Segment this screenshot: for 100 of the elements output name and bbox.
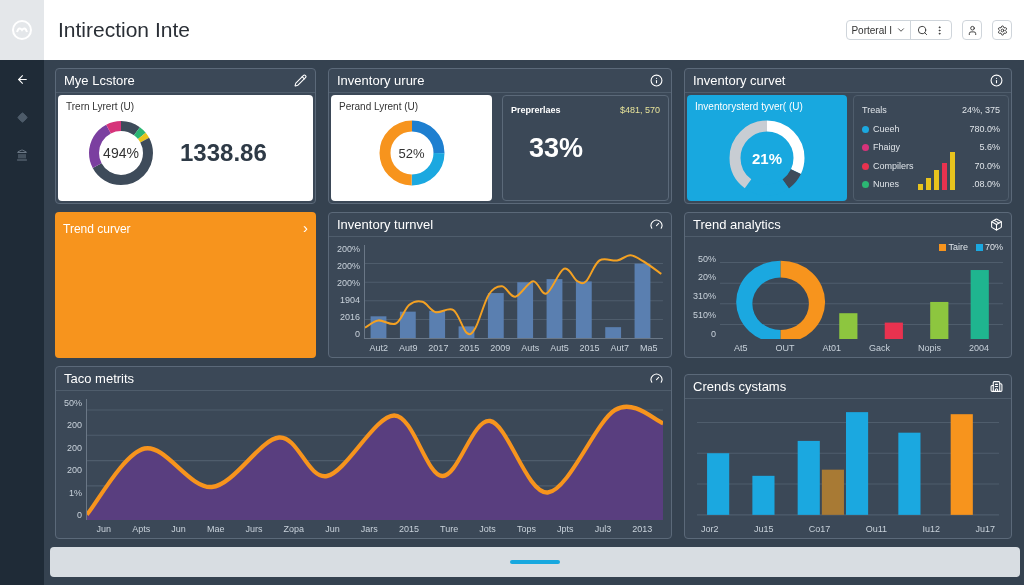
axis-label: Aut7: [610, 344, 630, 353]
axis-label: 200: [67, 443, 82, 453]
axis-label: 0: [77, 510, 82, 520]
axis-label: Ture: [440, 525, 459, 534]
donut-value: 494%: [103, 146, 139, 160]
gauge-icon[interactable]: [650, 372, 663, 385]
donut-chart: [86, 118, 156, 188]
user-icon: [966, 24, 978, 36]
axis-label: At01: [822, 344, 841, 353]
axis-label: 50%: [698, 254, 717, 264]
axis-label: Ou11: [865, 525, 888, 534]
chart-bar: [546, 279, 563, 338]
settings-icon: [996, 24, 1008, 36]
panel-title: Trend curver: [63, 221, 131, 238]
axis-label: 1%: [69, 488, 82, 498]
box-icon[interactable]: [990, 218, 1003, 231]
axis-label: Apts: [132, 525, 151, 534]
card-label: Trern Lyrert (U): [66, 100, 136, 114]
axis-label: Jots: [479, 525, 496, 534]
legend-value: 780.0%: [969, 122, 1000, 136]
axis-label: 2009: [490, 344, 511, 353]
axis-label: 200: [67, 421, 82, 431]
axis-label: 0: [711, 330, 717, 339]
axis-label: 2016: [340, 313, 361, 322]
card-label: Preprerlaes: [511, 104, 561, 117]
axis-label: Aut2: [369, 344, 388, 353]
axis-label: Iu12: [922, 525, 940, 534]
axis-label: OUT: [775, 344, 795, 353]
axis-label: 1904: [340, 296, 361, 305]
edit-icon[interactable]: [294, 74, 307, 87]
chart-bar: [399, 311, 416, 338]
chart-bar: [575, 281, 592, 338]
logo-icon: [11, 19, 33, 41]
panel-title: Trend analytics: [693, 215, 781, 234]
legend-label: Taire: [948, 241, 968, 254]
panel-title: Inventory turnvel: [337, 215, 434, 234]
caret-icon: [896, 25, 906, 35]
building-icon[interactable]: [990, 380, 1003, 393]
panel-title: Mye Lcstore: [64, 71, 135, 90]
amount: $481, 570: [619, 104, 660, 117]
axis-label: Jun: [325, 525, 340, 534]
axis-label: 2004: [968, 344, 989, 353]
legend-label: Compilers: [873, 159, 914, 173]
legend-value: .08.0%: [971, 178, 1000, 191]
donut-value: 52%: [398, 146, 425, 160]
axis-label: 20%: [698, 273, 717, 283]
search-icon[interactable]: [917, 24, 928, 36]
legend-label: Treals: [862, 104, 887, 117]
legend-value: 5.6%: [979, 141, 1000, 154]
axis-label: 200: [67, 466, 82, 476]
chart-bar: [752, 475, 775, 515]
axis-label: 2015: [579, 344, 600, 353]
axis-label: Jun: [171, 525, 186, 534]
axis-label: Mae: [206, 525, 225, 534]
axis-label: Jul3: [594, 525, 612, 534]
settings-button[interactable]: [992, 20, 1012, 40]
axis-label: 50%: [64, 399, 82, 408]
axis-label: Aut9: [398, 344, 418, 353]
legend-label: Nunes: [873, 178, 899, 191]
panel-title: Inventory curvet: [693, 71, 786, 90]
axis-label: Jpts: [557, 525, 574, 534]
axis-label: Zopa: [283, 525, 305, 534]
gauge-icon[interactable]: [650, 218, 663, 231]
axis-label: Jurs: [245, 525, 263, 534]
user-button[interactable]: [962, 20, 982, 40]
back-icon[interactable]: [15, 73, 29, 86]
panel-title: Taco metrits: [64, 369, 135, 388]
chart-bar: [429, 310, 446, 338]
axis-label: 200%: [337, 262, 361, 271]
axis-label: Tops: [516, 525, 536, 534]
big-number: 33%: [528, 131, 585, 165]
chart-bar: [487, 293, 504, 338]
app-title: Intirection Inte: [58, 17, 190, 44]
axis-label: Jars: [360, 525, 378, 534]
chart-bar: [605, 327, 622, 338]
legend-label: Cueeh: [873, 122, 900, 136]
legend-label: 70%: [985, 241, 1003, 254]
legend-value: 24%, 375: [961, 104, 1000, 117]
card-label: Inventorysterd tyver( (U): [695, 100, 804, 114]
axis-label: Ju17: [975, 525, 995, 534]
axis-label: 200%: [337, 245, 361, 254]
info-icon[interactable]: [650, 74, 663, 87]
axis-label: 510%: [693, 311, 717, 321]
portal-dropdown[interactable]: Porteral I: [847, 21, 911, 39]
axis-label: 200%: [337, 279, 361, 288]
big-number: 1338.86: [180, 138, 267, 168]
axis-label: Auts: [521, 344, 540, 353]
gauge-value: 21%: [752, 150, 782, 165]
axis-label: At5: [734, 344, 748, 353]
chart-bar: [930, 301, 949, 339]
chart-bar: [839, 312, 858, 339]
axis-label: 2017: [428, 344, 449, 353]
axis-label: Co17: [808, 525, 831, 534]
info-icon[interactable]: [990, 74, 1003, 87]
legend-label: Fhaigy: [873, 141, 900, 154]
axis-label: 310%: [693, 292, 717, 302]
axis-label: Gack: [868, 344, 890, 353]
axis-label: Jor2: [701, 525, 719, 534]
chart-bar: [517, 282, 534, 338]
axis-label: Jun: [96, 525, 112, 534]
